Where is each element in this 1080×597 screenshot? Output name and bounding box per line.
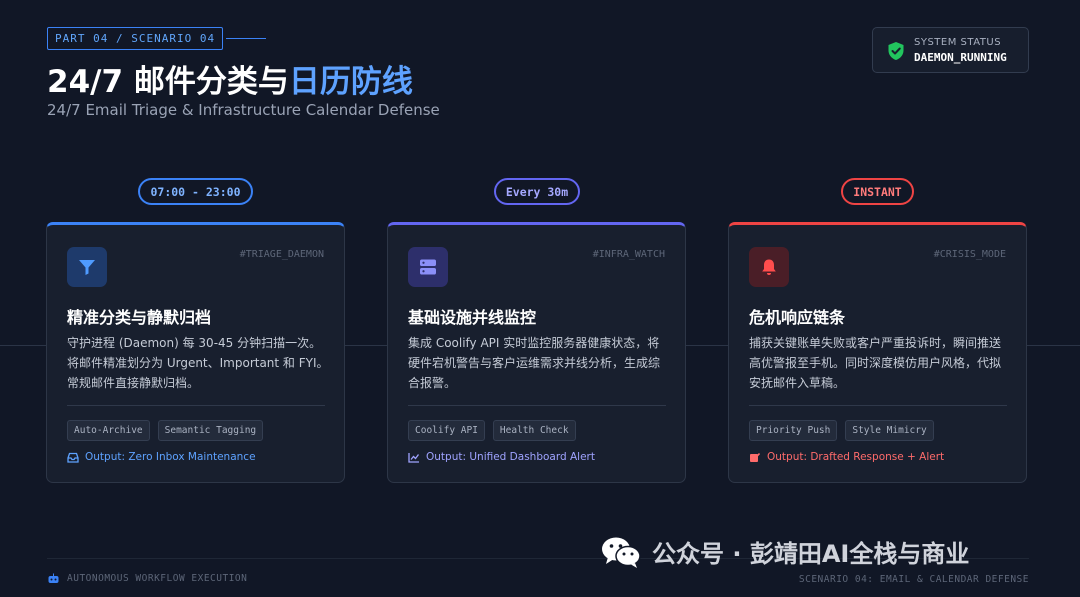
server-icon: [420, 259, 436, 275]
card-output-text: Output: Zero Inbox Maintenance: [85, 451, 256, 463]
shield-check-icon: [888, 42, 904, 60]
card-hashtag: #TRIAGE_DAEMON: [239, 249, 324, 260]
schedule-pill-triage: 07:00 - 23:00: [138, 178, 253, 205]
page-title-main: 24/7 邮件分类与: [47, 64, 289, 100]
tag-priority-push: Priority Push: [749, 420, 838, 441]
card-tags: Priority Push Style Mimicry: [749, 420, 934, 441]
card-divider: [67, 405, 325, 406]
page-title-accent: 日历防线: [288, 64, 413, 100]
watermark: 公众号 · 彭靖田AI全栈与商业: [600, 534, 969, 569]
chart-line-icon: [408, 452, 420, 463]
card-tags: Coolify API Health Check: [408, 420, 576, 441]
card-title: 基础设施并线监控: [408, 308, 537, 327]
schedule-pill-infra: Every 30m: [494, 178, 580, 205]
inbox-icon: [67, 452, 79, 463]
tag-auto-archive: Auto-Archive: [67, 420, 150, 441]
card-divider: [408, 405, 666, 406]
system-status-label: SYSTEM STATUS: [914, 37, 1002, 48]
footer-left-text: AUTONOMOUS WORKFLOW EXECUTION: [67, 573, 248, 584]
wechat-icon: [602, 537, 641, 568]
tag-coolify-api: Coolify API: [408, 420, 485, 441]
system-status-value: DAEMON_RUNNING: [914, 51, 1007, 64]
filter-icon: [79, 260, 95, 275]
tag-semantic-tagging: Semantic Tagging: [157, 420, 264, 441]
card-hashtag: #CRISIS_MODE: [933, 249, 1006, 260]
card-hashtag: #INFRA_WATCH: [592, 249, 665, 260]
part-tag-divider: [226, 38, 266, 39]
tag-health-check: Health Check: [492, 420, 576, 441]
card-output: Output: Unified Dashboard Alert: [408, 451, 595, 463]
pen-square-icon: [750, 452, 761, 462]
card-icon-box: [67, 247, 107, 287]
schedule-pill-crisis: INSTANT: [841, 178, 914, 205]
bell-icon: [762, 259, 776, 275]
card-description: 捕获关键账单失败或客户严重投诉时，瞬间推送高优警报至手机。同时深度模仿用户风格，…: [749, 336, 1002, 390]
tag-style-mimicry: Style Mimicry: [845, 420, 934, 441]
card-icon-box: [749, 247, 789, 287]
card-title: 精准分类与静默归档: [67, 308, 212, 327]
part-tag: PART 04 / SCENARIO 04: [47, 27, 224, 50]
card-output-text: Output: Unified Dashboard Alert: [426, 451, 595, 463]
page-subtitle: 24/7 Email Triage & Infrastructure Calen…: [47, 101, 440, 119]
footer-right-text: SCENARIO 04: EMAIL & CALENDAR DEFENSE: [798, 574, 1029, 585]
page-title: 24/7 邮件分类与日历防线: [47, 56, 413, 101]
card-tags: Auto-Archive Semantic Tagging: [67, 420, 264, 441]
footer-left: AUTONOMOUS WORKFLOW EXECUTION: [47, 573, 247, 584]
robot-icon: [48, 573, 59, 583]
card-output-text: Output: Drafted Response + Alert: [767, 451, 945, 463]
card-icon-box: [408, 247, 448, 287]
card-crisis-mode: #CRISIS_MODE 危机响应链条 捕获关键账单失败或客户严重投诉时，瞬间推…: [728, 222, 1027, 483]
card-output: Output: Drafted Response + Alert: [749, 451, 944, 463]
card-description: 集成 Coolify API 实时监控服务器健康状态，将硬件宕机警告与客户运维需…: [408, 336, 661, 390]
card-divider: [749, 405, 1007, 406]
watermark-text: 公众号 · 彭靖田AI全栈与商业: [652, 540, 970, 568]
card-triage-daemon: #TRIAGE_DAEMON 精准分类与静默归档 守护进程 (Daemon) 每…: [46, 222, 345, 483]
card-title: 危机响应链条: [749, 308, 846, 327]
card-infra-watch: #INFRA_WATCH 基础设施并线监控 集成 Coolify API 实时监…: [387, 222, 686, 483]
card-description: 守护进程 (Daemon) 每 30-45 分钟扫描一次。将邮件精准划分为 Ur…: [67, 336, 329, 390]
system-status-panel: SYSTEM STATUS DAEMON_RUNNING: [872, 27, 1029, 73]
card-output: Output: Zero Inbox Maintenance: [67, 451, 256, 463]
